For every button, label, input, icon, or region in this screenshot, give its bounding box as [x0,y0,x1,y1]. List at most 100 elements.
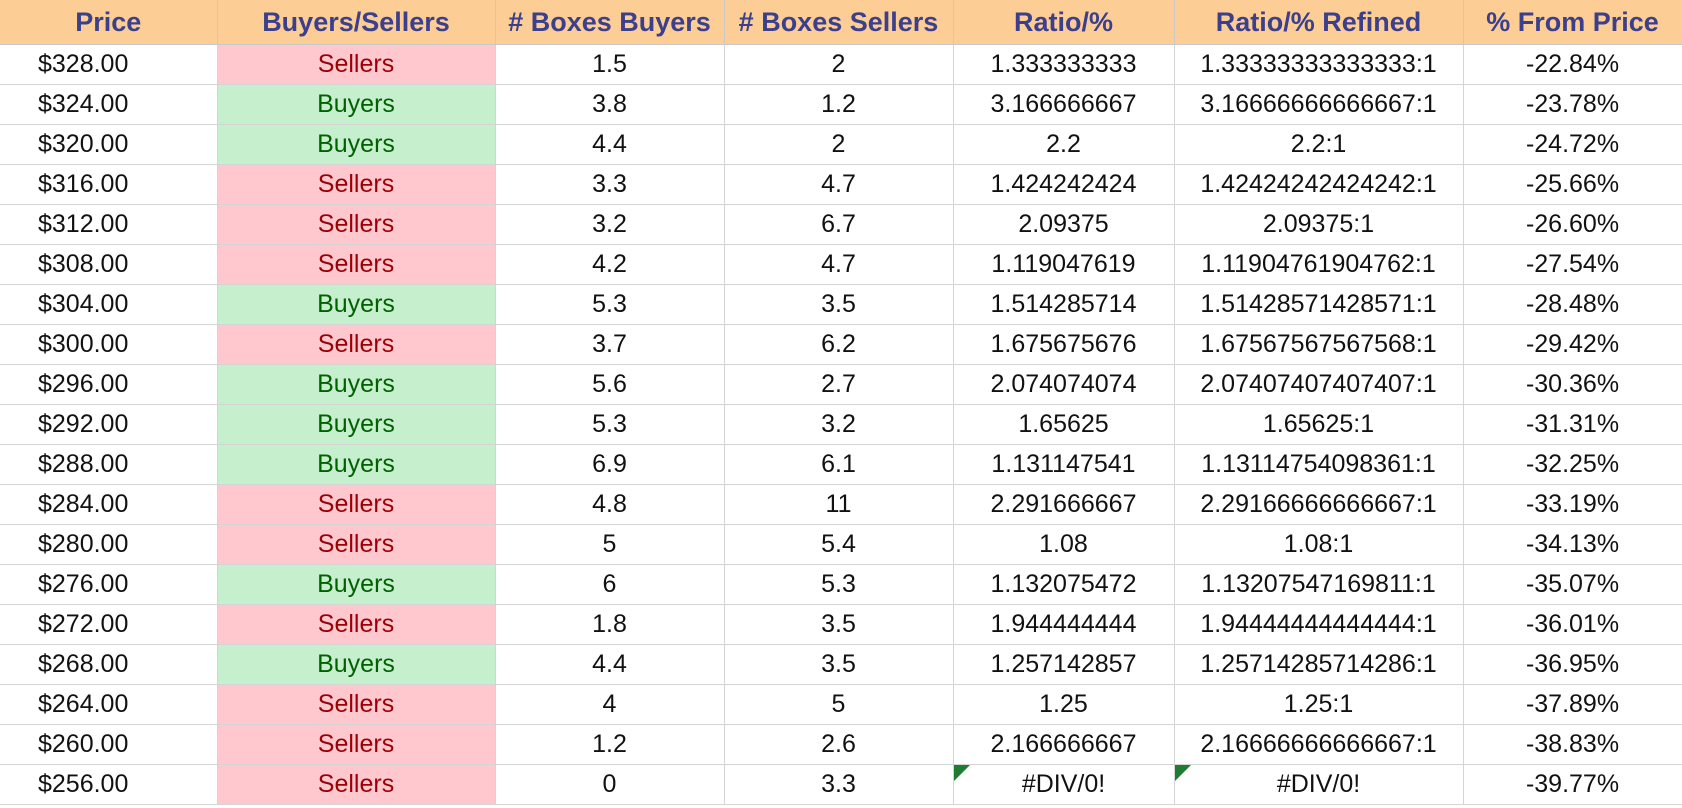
boxes-sellers-cell[interactable]: 2.6 [724,724,954,765]
side-cell[interactable]: Buyers [217,84,496,125]
from-price-cell[interactable]: -31.31% [1463,404,1682,445]
side-cell[interactable]: Sellers [217,724,496,765]
ratio-refined-cell[interactable]: 1.08:1 [1174,524,1464,565]
ratio-refined-cell[interactable]: 1.13207547169811:1 [1174,564,1464,605]
from-price-cell[interactable]: -34.13% [1463,524,1682,565]
side-cell[interactable]: Sellers [217,44,496,85]
price-cell[interactable]: $268.00 [0,644,218,685]
ratio-cell[interactable]: 2.291666667 [953,484,1175,525]
boxes-sellers-cell[interactable]: 5 [724,684,954,725]
boxes-sellers-cell[interactable]: 4.7 [724,164,954,205]
boxes-sellers-cell[interactable]: 3.5 [724,604,954,645]
from-price-cell[interactable]: -37.89% [1463,684,1682,725]
boxes-sellers-cell[interactable]: 3.2 [724,404,954,445]
boxes-sellers-cell[interactable]: 11 [724,484,954,525]
from-price-cell[interactable]: -36.01% [1463,604,1682,645]
ratio-cell[interactable]: 1.675675676 [953,324,1175,365]
ratio-refined-cell[interactable]: 1.25714285714286:1 [1174,644,1464,685]
column-header-ratio[interactable]: Ratio/% [953,0,1175,45]
from-price-cell[interactable]: -24.72% [1463,124,1682,165]
boxes-buyers-cell[interactable]: 3.2 [495,204,725,245]
boxes-sellers-cell[interactable]: 3.5 [724,284,954,325]
from-price-cell[interactable]: -38.83% [1463,724,1682,765]
boxes-buyers-cell[interactable]: 1.2 [495,724,725,765]
boxes-buyers-cell[interactable]: 4.8 [495,484,725,525]
ratio-refined-cell[interactable]: 2.29166666666667:1 [1174,484,1464,525]
ratio-cell[interactable]: 1.65625 [953,404,1175,445]
boxes-sellers-cell[interactable]: 2.7 [724,364,954,405]
from-price-cell[interactable]: -28.48% [1463,284,1682,325]
ratio-cell[interactable]: 2.074074074 [953,364,1175,405]
boxes-sellers-cell[interactable]: 3.5 [724,644,954,685]
column-header-from-price[interactable]: % From Price [1463,0,1682,45]
boxes-buyers-cell[interactable]: 4.4 [495,644,725,685]
boxes-buyers-cell[interactable]: 3.3 [495,164,725,205]
ratio-cell[interactable]: 1.424242424 [953,164,1175,205]
price-cell[interactable]: $328.00 [0,44,218,85]
from-price-cell[interactable]: -22.84% [1463,44,1682,85]
side-cell[interactable]: Sellers [217,164,496,205]
ratio-cell[interactable]: #DIV/0! [953,764,1175,805]
from-price-cell[interactable]: -35.07% [1463,564,1682,605]
ratio-refined-cell[interactable]: 1.51428571428571:1 [1174,284,1464,325]
boxes-sellers-cell[interactable]: 1.2 [724,84,954,125]
price-cell[interactable]: $296.00 [0,364,218,405]
boxes-buyers-cell[interactable]: 6.9 [495,444,725,485]
from-price-cell[interactable]: -36.95% [1463,644,1682,685]
boxes-buyers-cell[interactable]: 0 [495,764,725,805]
from-price-cell[interactable]: -33.19% [1463,484,1682,525]
boxes-sellers-cell[interactable]: 6.7 [724,204,954,245]
ratio-refined-cell[interactable]: 1.25:1 [1174,684,1464,725]
boxes-sellers-cell[interactable]: 2 [724,44,954,85]
ratio-cell[interactable]: 1.119047619 [953,244,1175,285]
column-header-boxes-sellers[interactable]: # Boxes Sellers [724,0,954,45]
ratio-cell[interactable]: 2.166666667 [953,724,1175,765]
ratio-refined-cell[interactable]: 2.07407407407407:1 [1174,364,1464,405]
price-cell[interactable]: $284.00 [0,484,218,525]
side-cell[interactable]: Sellers [217,524,496,565]
boxes-buyers-cell[interactable]: 3.7 [495,324,725,365]
price-cell[interactable]: $312.00 [0,204,218,245]
ratio-refined-cell[interactable]: 1.11904761904762:1 [1174,244,1464,285]
from-price-cell[interactable]: -26.60% [1463,204,1682,245]
price-cell[interactable]: $304.00 [0,284,218,325]
side-cell[interactable]: Buyers [217,124,496,165]
ratio-cell[interactable]: 1.132075472 [953,564,1175,605]
boxes-buyers-cell[interactable]: 6 [495,564,725,605]
price-cell[interactable]: $272.00 [0,604,218,645]
ratio-cell[interactable]: 1.257142857 [953,644,1175,685]
from-price-cell[interactable]: -29.42% [1463,324,1682,365]
column-header-ratio-refined[interactable]: Ratio/% Refined [1174,0,1464,45]
boxes-buyers-cell[interactable]: 4.4 [495,124,725,165]
side-cell[interactable]: Sellers [217,324,496,365]
ratio-refined-cell[interactable]: 1.42424242424242:1 [1174,164,1464,205]
ratio-refined-cell[interactable]: 3.16666666666667:1 [1174,84,1464,125]
price-cell[interactable]: $320.00 [0,124,218,165]
boxes-buyers-cell[interactable]: 5.3 [495,404,725,445]
boxes-sellers-cell[interactable]: 5.4 [724,524,954,565]
from-price-cell[interactable]: -32.25% [1463,444,1682,485]
ratio-refined-cell[interactable]: 1.33333333333333:1 [1174,44,1464,85]
side-cell[interactable]: Buyers [217,284,496,325]
side-cell[interactable]: Sellers [217,604,496,645]
ratio-refined-cell[interactable]: 1.94444444444444:1 [1174,604,1464,645]
ratio-refined-cell[interactable]: 2.16666666666667:1 [1174,724,1464,765]
boxes-buyers-cell[interactable]: 5.3 [495,284,725,325]
price-cell[interactable]: $276.00 [0,564,218,605]
side-cell[interactable]: Buyers [217,404,496,445]
column-header-buyers-sellers[interactable]: Buyers/Sellers [217,0,496,45]
price-cell[interactable]: $264.00 [0,684,218,725]
boxes-sellers-cell[interactable]: 6.2 [724,324,954,365]
price-cell[interactable]: $260.00 [0,724,218,765]
ratio-refined-cell[interactable]: 2.09375:1 [1174,204,1464,245]
column-header-price[interactable]: Price [0,0,218,45]
from-price-cell[interactable]: -27.54% [1463,244,1682,285]
ratio-cell[interactable]: 3.166666667 [953,84,1175,125]
ratio-refined-cell[interactable]: 1.65625:1 [1174,404,1464,445]
boxes-buyers-cell[interactable]: 1.5 [495,44,725,85]
from-price-cell[interactable]: -30.36% [1463,364,1682,405]
column-header-boxes-buyers[interactable]: # Boxes Buyers [495,0,725,45]
ratio-refined-cell[interactable]: 1.13114754098361:1 [1174,444,1464,485]
ratio-cell[interactable]: 2.09375 [953,204,1175,245]
side-cell[interactable]: Buyers [217,644,496,685]
